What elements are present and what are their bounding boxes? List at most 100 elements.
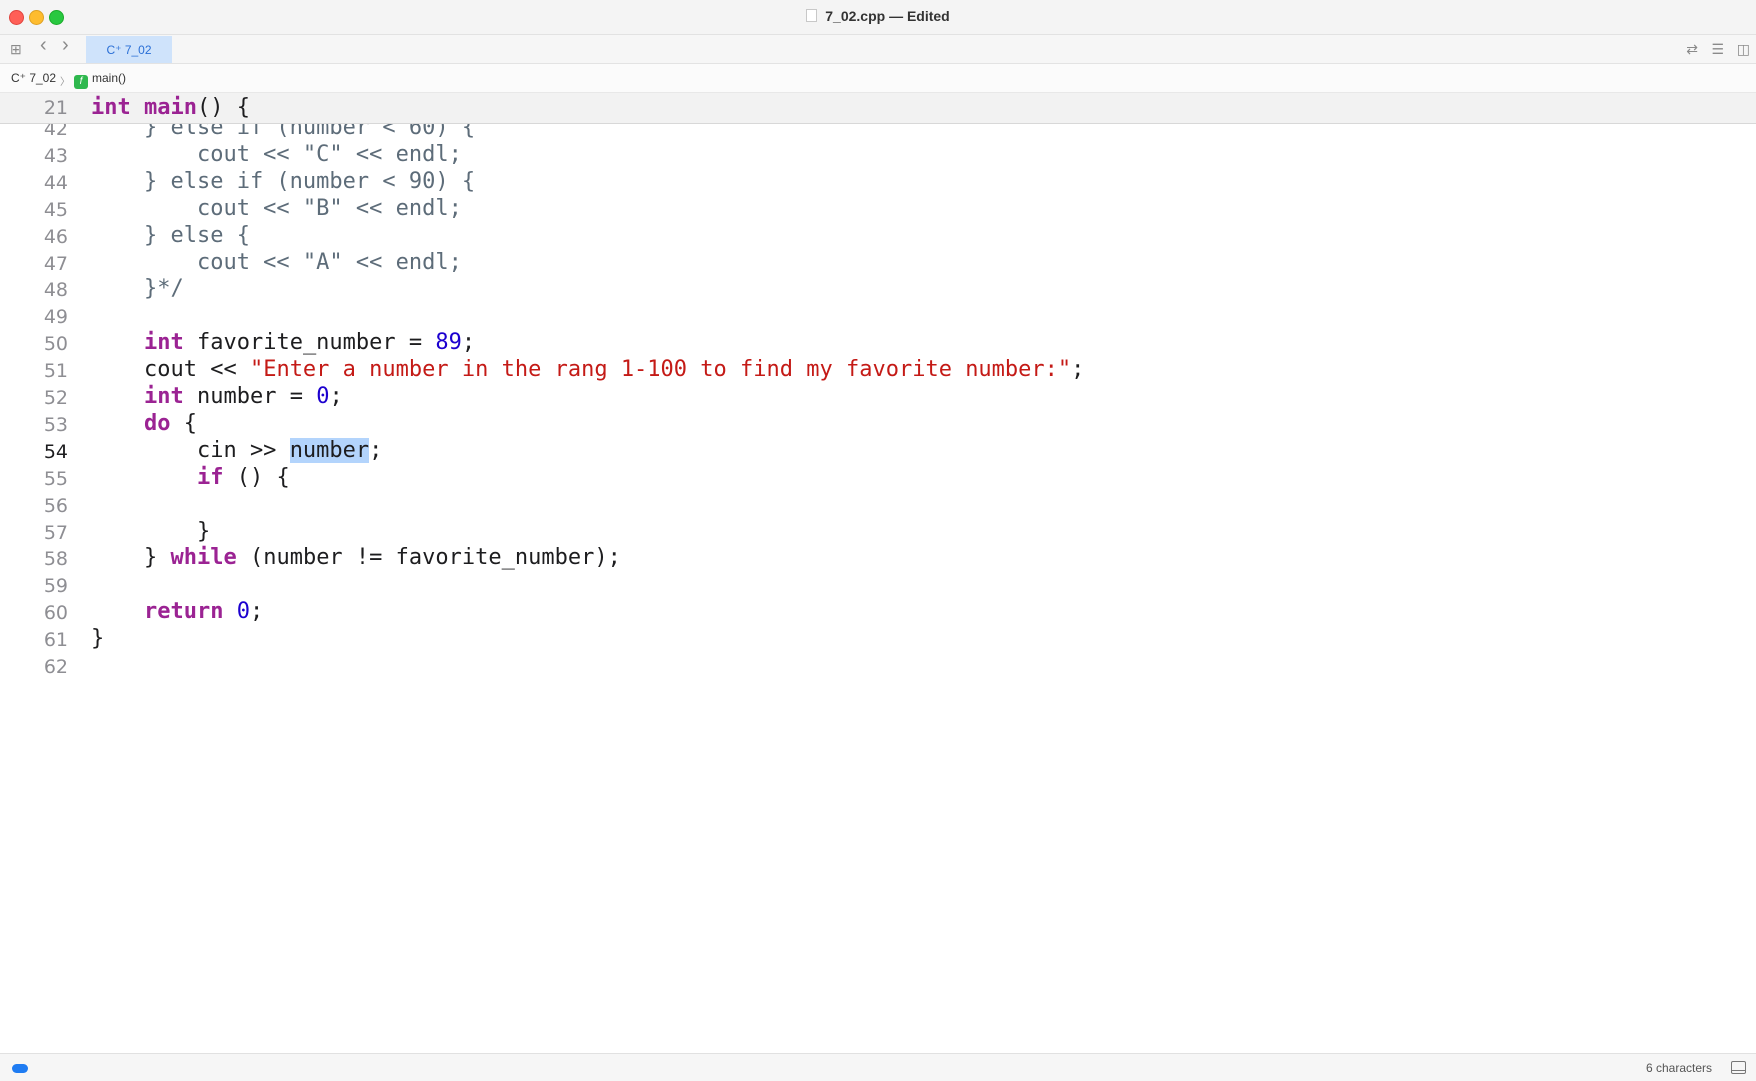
line-number: 49 <box>43 306 68 329</box>
function-icon: f <box>74 75 88 89</box>
code-token: int <box>143 384 184 409</box>
line-number: 51 <box>43 360 68 383</box>
line-number: 42 <box>43 123 68 140</box>
line-number: 62 <box>43 656 68 678</box>
code-token: cout << "A" << endl; <box>91 249 462 275</box>
breadcrumb: C⁺ 7_02 〉 f main() <box>0 64 1756 93</box>
code-line[interactable]: int favorite_number = 89; <box>91 330 475 355</box>
code-token: () { <box>196 95 250 120</box>
code-editor[interactable]: 42 } else if (number < 60) { 43 cout << "… <box>0 123 1756 1053</box>
code-token: } else if (number < 90) { <box>91 168 476 194</box>
breadcrumb-file[interactable]: C⁺ 7_02 <box>11 71 56 85</box>
line-number: 46 <box>43 225 68 248</box>
code-token: while <box>170 545 237 571</box>
code-token: main <box>144 95 197 120</box>
sticky-scope-header[interactable]: 21 int main() { <box>0 93 1756 124</box>
line-number: 58 <box>43 548 68 571</box>
code-line[interactable]: } <box>91 626 104 651</box>
code-line[interactable]: do { <box>91 411 197 436</box>
code-line[interactable]: } else if (number < 90) { <box>91 169 475 194</box>
document-icon <box>806 9 818 22</box>
window-title-text: 7_02.cpp — Edited <box>825 8 950 24</box>
line-number: 60 <box>43 602 68 625</box>
status-indicator-icon[interactable] <box>12 1064 28 1073</box>
code-line[interactable]: }*/ <box>91 276 184 301</box>
line-number: 50 <box>43 333 68 356</box>
line-number: 53 <box>43 413 68 436</box>
split-editor-icon[interactable]: ◫ <box>1737 41 1750 57</box>
window-title: 7_02.cpp — Edited <box>0 8 1756 24</box>
code-token: } <box>91 545 171 571</box>
code-line[interactable]: int number = 0; <box>91 384 343 409</box>
code-token: cin >> <box>91 437 290 463</box>
code-token: ; <box>1071 357 1085 383</box>
code-token: ; <box>461 330 476 356</box>
tab-bar: ⊞ ‹ › C⁺ 7_02 ⇄ ☰ ◫ <box>0 35 1756 64</box>
code-line[interactable]: } else { <box>91 223 250 248</box>
code-line[interactable]: } <box>91 519 210 544</box>
code-line[interactable]: cout << "B" << endl; <box>91 196 462 221</box>
line-number: 48 <box>43 279 68 302</box>
code-token: int <box>143 330 184 356</box>
tab-7-02[interactable]: C⁺ 7_02 <box>86 36 172 63</box>
code-token: } <box>91 626 105 652</box>
line-number: 61 <box>43 629 68 652</box>
code-token: number = <box>183 384 317 409</box>
grid-icon[interactable]: ⊞ <box>10 41 22 57</box>
code-token: cout << <box>91 357 250 383</box>
breadcrumb-function-label: main() <box>92 71 127 85</box>
code-token: cout << "C" << endl; <box>91 141 462 167</box>
code-line[interactable]: } while (number != favorite_number); <box>91 545 621 570</box>
sticky-code-line: int main() { <box>91 95 250 120</box>
code-line[interactable]: } else if (number < 60) { <box>91 123 475 140</box>
toggle-debug-area-icon[interactable] <box>1731 1061 1746 1074</box>
code-token: (number != favorite_number); <box>236 545 621 571</box>
line-number: 54 <box>43 440 68 463</box>
line-number: 43 <box>43 144 68 167</box>
code-token: } <box>91 518 211 544</box>
code-token: 0 <box>316 384 330 409</box>
breadcrumb-separator-icon: 〉 <box>60 77 70 88</box>
editor-options-icon[interactable]: ☰ <box>1711 41 1724 57</box>
code-token: () { <box>223 464 290 490</box>
code-line[interactable]: cin >> number; <box>91 437 383 463</box>
tab-label: C⁺ 7_02 <box>106 42 152 57</box>
line-number: 47 <box>43 252 68 275</box>
code-token: 0 <box>236 599 250 625</box>
title-bar: 7_02.cpp — Edited <box>0 0 1756 35</box>
code-token: ; <box>329 384 343 409</box>
code-token: } else { <box>91 222 250 248</box>
code-token: } else if (number < 60) { <box>91 123 476 140</box>
selection-count: 6 characters <box>1645 1061 1712 1075</box>
breadcrumb-function[interactable]: f main() <box>74 71 126 89</box>
code-token: favorite_number = <box>183 330 436 356</box>
code-line[interactable]: cout << "C" << endl; <box>91 142 462 167</box>
code-token: }*/ <box>91 276 184 302</box>
line-number: 56 <box>43 494 68 517</box>
forward-icon[interactable]: › <box>62 35 69 55</box>
swap-icon[interactable]: ⇄ <box>1686 41 1698 57</box>
code-token: cout << "B" << endl; <box>91 195 462 221</box>
selected-text: number <box>289 437 370 463</box>
back-icon[interactable]: ‹ <box>40 35 47 55</box>
code-token: 89 <box>435 330 462 356</box>
code-line[interactable]: return 0; <box>91 599 263 624</box>
code-line[interactable]: if () { <box>91 465 290 490</box>
code-token: do <box>143 410 171 436</box>
code-line[interactable]: cout << "A" << endl; <box>91 250 462 275</box>
status-bar: 6 characters <box>0 1053 1756 1081</box>
line-number: 59 <box>43 575 68 598</box>
code-token: { <box>170 410 197 436</box>
code-token: "Enter a number in the rang 1-100 to fin… <box>249 357 1072 383</box>
code-token: ; <box>369 437 383 463</box>
line-number: 44 <box>43 171 68 194</box>
code-line[interactable]: cout << "Enter a number in the rang 1-10… <box>91 357 1084 382</box>
code-token: ; <box>249 599 264 625</box>
